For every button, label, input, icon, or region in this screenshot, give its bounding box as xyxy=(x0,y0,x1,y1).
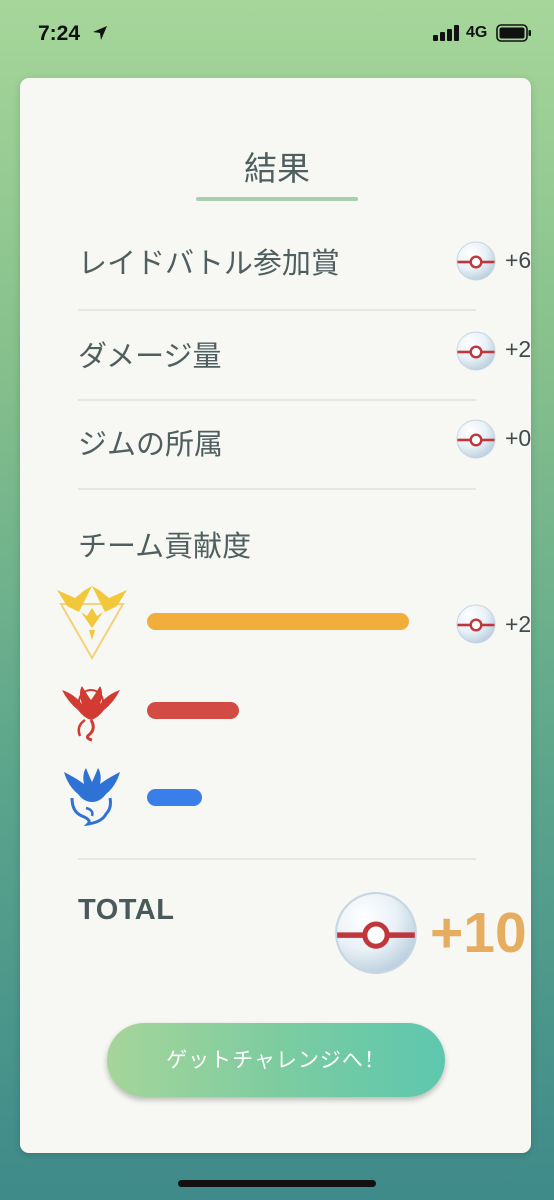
premier-ball-icon xyxy=(456,419,496,459)
team-contribution-label: チーム貢献度 xyxy=(78,529,252,563)
reward-value-gym-affiliation: +0 xyxy=(505,425,532,451)
divider xyxy=(78,399,476,401)
reward-value-raid-participation: +6 xyxy=(505,247,532,273)
location-arrow-icon xyxy=(93,26,107,40)
reward-value-damage: +2 xyxy=(505,336,532,362)
premier-ball-icon xyxy=(456,241,496,281)
team-instinct-bar xyxy=(147,613,409,630)
row-label-raid-participation: レイドバトル参加賞 xyxy=(78,246,340,280)
team-instinct-icon xyxy=(57,586,127,661)
divider xyxy=(78,488,476,490)
results-title: 結果 xyxy=(244,149,310,188)
team-valor-icon xyxy=(62,686,120,742)
status-bar: 7:24 4G xyxy=(0,0,554,70)
premier-ball-icon xyxy=(456,604,496,644)
team-mystic-icon xyxy=(64,768,120,826)
team-mystic-bar xyxy=(147,789,202,806)
title-underline xyxy=(196,197,358,201)
total-label: TOTAL xyxy=(78,894,175,926)
network-type: 4G xyxy=(466,24,488,41)
reward-value-team-instinct: +2 xyxy=(505,611,532,637)
home-indicator xyxy=(178,1180,376,1187)
premier-ball-icon xyxy=(456,331,496,371)
total-value: +10 xyxy=(430,901,527,965)
row-label-gym-affiliation: ジムの所属 xyxy=(78,427,224,461)
premier-ball-icon xyxy=(334,891,418,975)
row-label-damage: ダメージ量 xyxy=(78,339,222,373)
status-time: 7:24 xyxy=(38,22,81,45)
battery-icon xyxy=(496,24,531,42)
signal-bars-icon xyxy=(433,25,459,41)
team-valor-bar xyxy=(147,702,239,719)
go-to-catch-challenge-button[interactable]: ゲットチャレンジへ！ xyxy=(107,1023,445,1097)
divider xyxy=(78,309,476,311)
divider xyxy=(78,858,476,860)
